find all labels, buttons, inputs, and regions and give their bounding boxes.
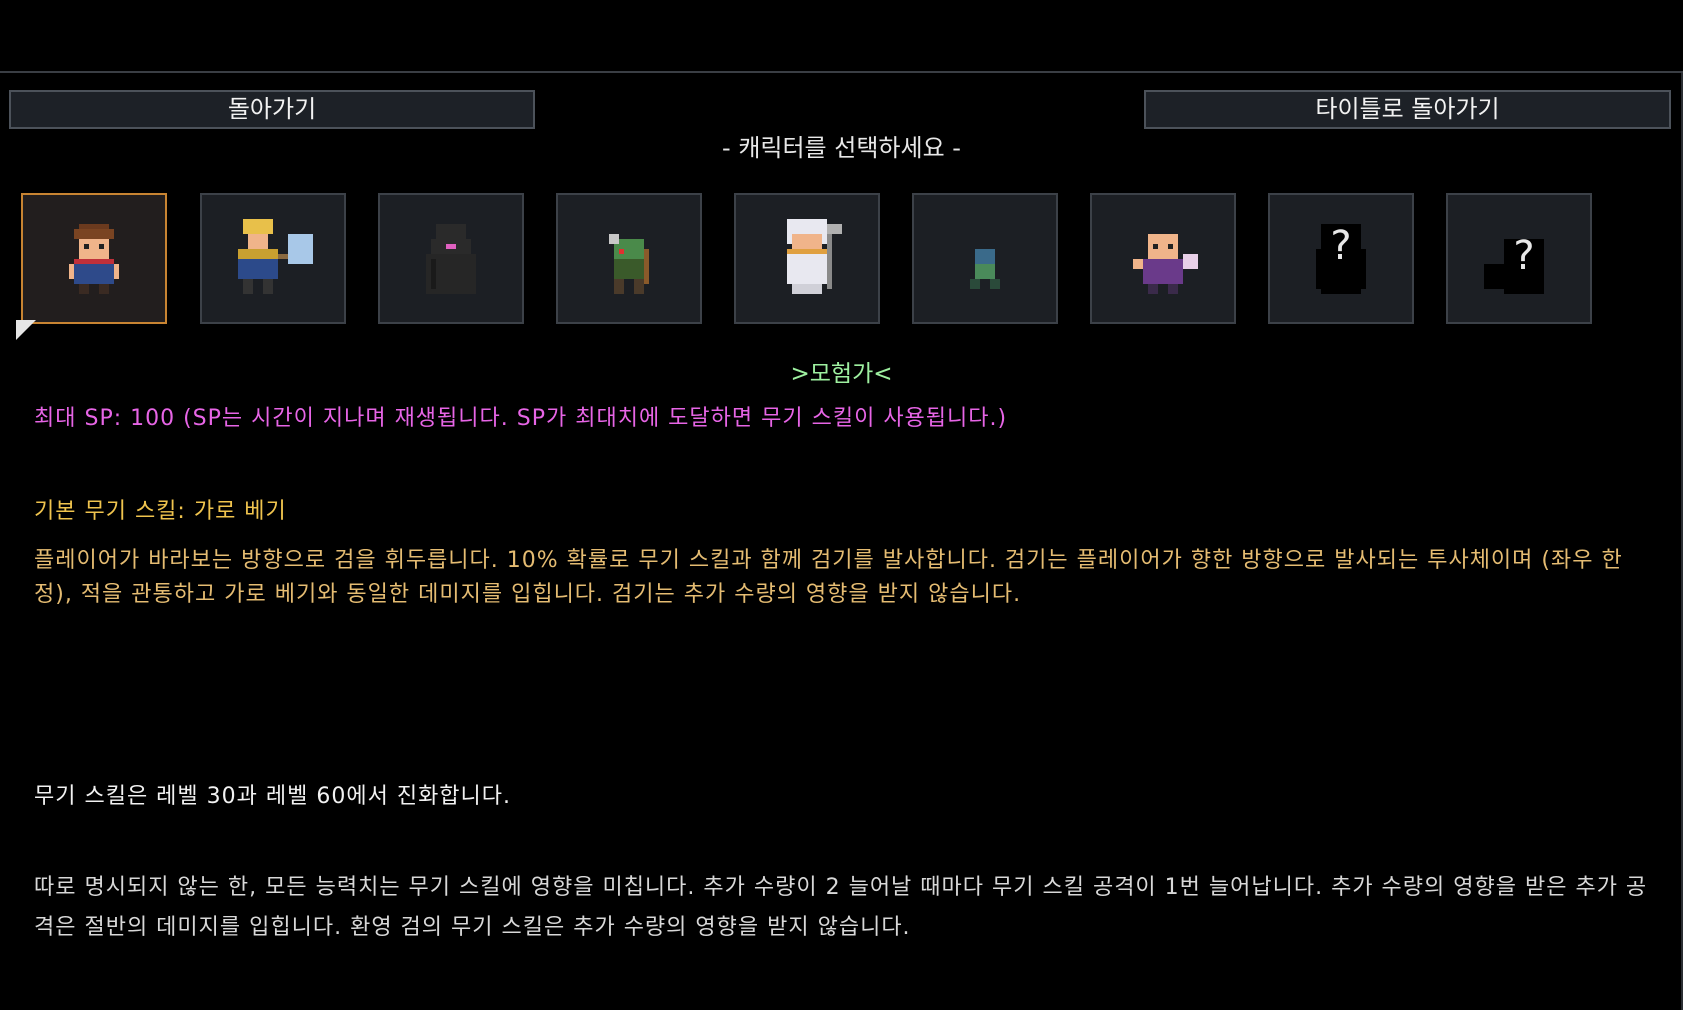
locked-character-icon: ? [1316,223,1366,294]
character-name: >모험가< [790,361,893,387]
character-slot-4[interactable] [556,193,702,324]
character-slot-3[interactable] [378,193,524,324]
return-to-title-button[interactable]: 타이틀로 돌아가기 [1144,90,1671,129]
character-slot-5[interactable] [734,193,880,324]
evolution-note: 무기 스킬은 레벨 30과 레벨 60에서 진화합니다. [34,784,512,809]
character-slot-7[interactable] [1090,193,1236,324]
mage-icon [1133,233,1198,294]
mouse-cursor [16,320,36,340]
select-character-heading: - 캐릭터를 선택하세요 - [722,134,961,162]
character-slot-9-locked[interactable]: ? [1446,193,1592,324]
hooded-figure-icon [426,223,476,294]
adventurer-icon [69,223,119,294]
stats-note: 따로 명시되지 않는 한, 모든 능력치는 무기 스킬에 영향을 미칩니다. 추… [34,875,1648,940]
svg-text:?: ? [1513,233,1534,279]
character-slot-1[interactable] [21,193,167,324]
locked-character-icon: ? [1484,233,1544,294]
sp-description: 최대 SP: 100 (SP는 시간이 지나며 재생됩니다. SP가 최대치에 … [34,406,1008,431]
back-button[interactable]: 돌아가기 [9,90,535,129]
skill-description: 플레이어가 바라보는 방향으로 검을 휘두릅니다. 10% 확률로 무기 스킬과… [34,548,1623,607]
priestess-icon [787,218,842,294]
hammer-knight-icon [238,218,313,294]
goblin-archer-icon [609,233,649,294]
small-goblin-icon [970,248,1000,289]
top-divider [0,71,1683,73]
character-slot-8-locked[interactable]: ? [1268,193,1414,324]
svg-text:?: ? [1330,223,1351,269]
character-slot-2[interactable] [200,193,346,324]
skill-title: 기본 무기 스킬: 가로 베기 [34,499,287,524]
character-slot-6[interactable] [912,193,1058,324]
